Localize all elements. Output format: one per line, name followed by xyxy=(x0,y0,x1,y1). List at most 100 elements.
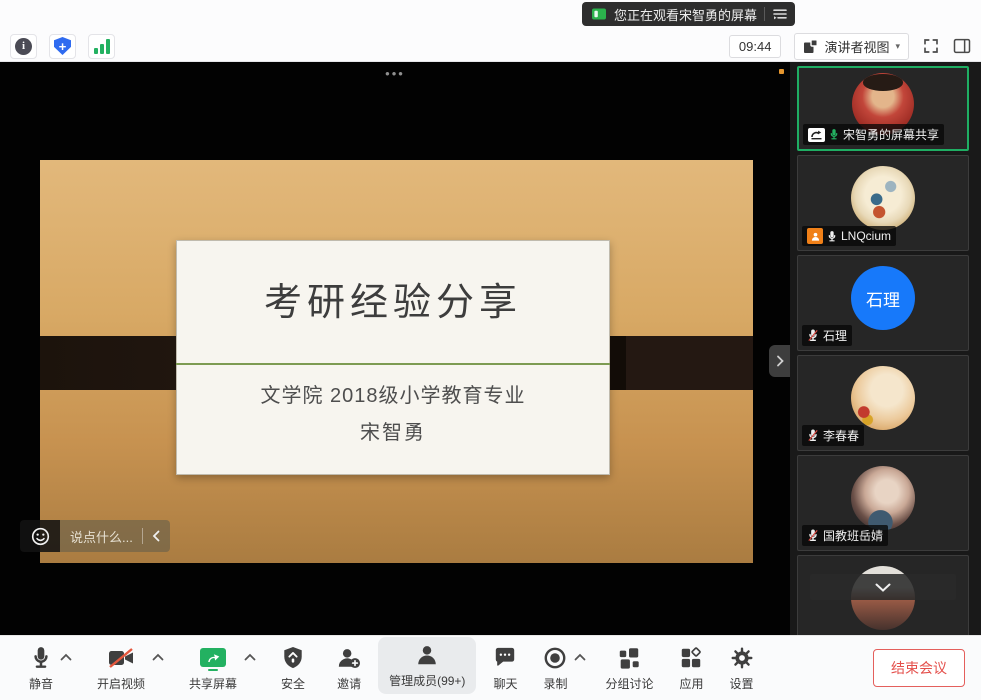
quick-chat-bar: 说点什么... xyxy=(20,520,170,552)
participant-name: 石理 xyxy=(823,327,847,344)
banner-divider xyxy=(764,7,765,21)
avatar xyxy=(851,466,915,530)
chat-label: 聊天 xyxy=(493,675,517,692)
slide-ribbon-left xyxy=(40,336,176,390)
chat-input-placeholder: 说点什么... xyxy=(70,527,133,546)
fullscreen-button[interactable] xyxy=(922,37,940,55)
mute-button[interactable]: 静音 xyxy=(20,645,62,692)
side-panel-toggle-button[interactable] xyxy=(953,38,971,54)
participant-tile[interactable]: 国教班岳婧 xyxy=(797,455,969,551)
start-video-label: 开启视频 xyxy=(97,675,145,692)
apps-label: 应用 xyxy=(679,675,703,692)
participant-tile-partial[interactable] xyxy=(797,555,969,635)
security-status-button[interactable]: + xyxy=(49,34,76,59)
layout-view-icon xyxy=(803,39,818,54)
shared-screen-area: ••• 考研经验分享 文学院 2018级小学教育专业 宋智勇 说点什么... xyxy=(0,62,790,635)
mute-group: 静音 xyxy=(20,645,74,692)
chat-divider xyxy=(142,528,143,544)
emoji-button[interactable] xyxy=(20,520,60,552)
participant-name: LNQcium xyxy=(841,229,891,243)
participant-name-tag: 国教班岳婧 xyxy=(802,525,888,546)
avatar xyxy=(851,366,915,430)
participant-name-tag: 宋智勇的屏幕共享 xyxy=(803,124,944,145)
record-options-chevron[interactable] xyxy=(574,653,586,661)
apps-grid-icon xyxy=(679,645,703,671)
share-screen-label: 共享屏幕 xyxy=(189,675,237,692)
participant-name: 李春春 xyxy=(823,427,859,444)
participant-tile[interactable]: LNQcium xyxy=(797,155,969,251)
screen-sharing-badge-icon xyxy=(808,128,825,142)
breakout-rooms-button[interactable]: 分组讨论 xyxy=(596,645,662,692)
shield-plus-icon: + xyxy=(54,37,71,55)
watching-screen-text: 您正在观看宋智勇的屏幕 xyxy=(614,5,757,24)
video-group: 开启视频 xyxy=(88,645,166,692)
invite-button[interactable]: 邀请 xyxy=(328,645,370,692)
chat-button[interactable]: 聊天 xyxy=(484,645,526,692)
topbar-right-controls: 09:44 演讲者视图 ▾ xyxy=(729,33,971,60)
chat-input[interactable]: 说点什么... xyxy=(60,520,170,552)
member-badge-icon xyxy=(807,228,823,244)
network-quality-button[interactable] xyxy=(88,34,115,59)
record-button[interactable]: 录制 xyxy=(534,645,576,692)
share-options-chevron[interactable] xyxy=(244,653,256,661)
chevron-down-icon: ▾ xyxy=(895,41,900,52)
invite-label: 邀请 xyxy=(337,675,361,692)
record-group: 录制 xyxy=(534,645,588,692)
view-selector-label: 演讲者视图 xyxy=(824,37,889,56)
orange-dot-indicator xyxy=(779,69,784,74)
security-shield-icon xyxy=(282,645,304,671)
mic-options-chevron[interactable] xyxy=(60,653,72,661)
start-video-button[interactable]: 开启视频 xyxy=(88,645,154,692)
view-selector[interactable]: 演讲者视图 ▾ xyxy=(794,33,909,60)
gear-icon xyxy=(730,645,754,671)
share-screen-button[interactable]: 共享屏幕 xyxy=(180,645,246,692)
breakout-rooms-label: 分组讨论 xyxy=(605,675,653,692)
slide-subtitle: 文学院 2018级小学教育专业 xyxy=(177,379,609,408)
settings-label: 设置 xyxy=(730,675,754,692)
invite-person-icon xyxy=(337,645,361,671)
participant-name-tag: 李春春 xyxy=(802,425,864,446)
security-label: 安全 xyxy=(281,675,305,692)
screen-share-active-icon xyxy=(591,7,607,21)
meeting-info-button[interactable]: i xyxy=(10,34,37,59)
slide-title: 考研经验分享 xyxy=(177,271,609,326)
mic-muted-icon xyxy=(807,529,819,542)
chat-collapse-icon[interactable] xyxy=(152,530,160,542)
banner-collapse-icon[interactable] xyxy=(772,8,788,20)
share-group: 共享屏幕 xyxy=(180,645,258,692)
avatar xyxy=(851,166,915,230)
video-options-chevron[interactable] xyxy=(152,653,164,661)
microphone-icon xyxy=(31,645,51,671)
manage-members-button[interactable]: 管理成员(99+) xyxy=(378,637,476,694)
security-button[interactable]: 安全 xyxy=(272,645,314,692)
participant-name: 宋智勇的屏幕共享 xyxy=(843,126,939,143)
participant-name: 国教班岳婧 xyxy=(823,527,883,544)
participant-tile-screen-share[interactable]: 宋智勇的屏幕共享 xyxy=(797,66,969,151)
meeting-timer: 09:44 xyxy=(729,35,782,58)
mic-muted-icon xyxy=(807,329,819,342)
participant-tile[interactable]: 李春春 xyxy=(797,355,969,451)
manage-members-label: 管理成员(99+) xyxy=(389,672,465,689)
chat-bubble-icon xyxy=(493,645,517,671)
presentation-slide: 考研经验分享 文学院 2018级小学教育专业 宋智勇 xyxy=(40,160,753,563)
record-label: 录制 xyxy=(543,675,567,692)
participants-panel: 宋智勇的屏幕共享 LNQcium 石理 石理 李春 xyxy=(790,62,981,635)
breakout-rooms-icon xyxy=(617,645,641,671)
expand-panel-button[interactable] xyxy=(769,345,790,377)
participant-tile[interactable]: 石理 石理 xyxy=(797,255,969,351)
apps-button[interactable]: 应用 xyxy=(670,645,712,692)
scroll-participants-down-button[interactable] xyxy=(810,574,956,600)
settings-button[interactable]: 设置 xyxy=(721,645,763,692)
participant-name-tag: 石理 xyxy=(802,325,852,346)
top-toolbar-row: i + 09:44 演讲者视图 ▾ xyxy=(0,30,981,62)
mic-muted-icon xyxy=(807,429,819,442)
avatar-initials: 石理 xyxy=(851,266,915,330)
slide-title-card: 考研经验分享 文学院 2018级小学教育专业 宋智勇 xyxy=(176,240,610,475)
status-icons: i + xyxy=(10,34,115,59)
camera-off-icon xyxy=(108,645,134,671)
end-meeting-button[interactable]: 结束会议 xyxy=(873,649,965,687)
participant-name-tag: LNQcium xyxy=(802,226,896,246)
mute-label: 静音 xyxy=(29,675,53,692)
more-handle-icon[interactable]: ••• xyxy=(385,66,405,81)
bottom-toolbar: 静音 开启视频 共享屏幕 xyxy=(0,635,981,700)
